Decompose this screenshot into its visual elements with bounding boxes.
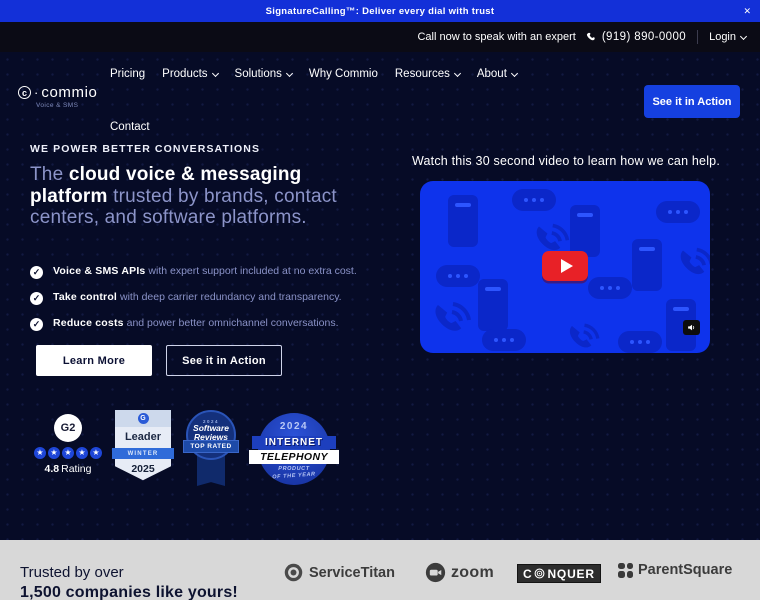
parentsquare-logo: ParentSquare <box>618 562 732 578</box>
phone-call-pattern-icon <box>569 323 600 348</box>
trust-line-1: Trusted by over <box>20 564 124 581</box>
header-see-it-in-action-button[interactable]: See it in Action <box>644 85 740 118</box>
mute-button[interactable] <box>683 320 700 335</box>
zoom-camera-icon <box>425 562 446 583</box>
internet-telephony-badge: 2024 INTERNET TELEPHONY PRODUCT OF THE Y… <box>249 413 339 491</box>
chat-bubble-pattern-shape <box>656 201 700 223</box>
see-it-in-action-button[interactable]: See it in Action <box>166 345 282 376</box>
page: SignatureCalling™: Deliver every dial wi… <box>0 0 760 600</box>
chat-bubble-pattern-shape <box>482 329 526 351</box>
chat-bubble-pattern-shape <box>618 331 662 353</box>
star-icon: ★ <box>34 447 46 459</box>
trusted-companies-bar: Trusted by over 1,500 companies like you… <box>0 540 760 600</box>
check-circle-icon: ✓ <box>30 318 43 331</box>
main-nav: Pricing Products Solutions Why Commio Re… <box>110 68 518 80</box>
g2-rating-badge: G2 ★ ★ ★ ★ ★ 4.8 Rating <box>30 414 106 475</box>
bullet-take-control: ✓ Take control with deep carrier redunda… <box>30 291 390 305</box>
commio-logo[interactable]: c · commio Voice & SMS <box>18 84 97 109</box>
trust-statement: Trusted by over 1,500 companies like you… <box>20 564 238 600</box>
phone-call-pattern-icon <box>435 302 471 331</box>
login-button[interactable]: Login <box>709 31 748 43</box>
phone-call-pattern-icon <box>680 247 710 275</box>
bullet-reduce-costs: ✓ Reduce costs and power better omnichan… <box>30 317 390 331</box>
conquer-logo: C NQUER <box>517 564 601 583</box>
g2-mini-logo-icon: G <box>137 413 149 424</box>
servicetitan-logo: ServiceTitan <box>283 562 395 583</box>
phone-icon <box>586 32 595 40</box>
logo-separator-dot: · <box>34 85 39 100</box>
bullet-voice-sms-apis: ✓ Voice & SMS APIs with expert support i… <box>30 265 390 279</box>
login-label: Login <box>709 31 736 43</box>
chevron-down-icon <box>211 69 219 77</box>
g2-leader-badge: G Leader 2025 WINTER <box>112 410 174 490</box>
star-icon: ★ <box>76 447 88 459</box>
play-button[interactable] <box>542 251 588 281</box>
hero-button-row: Learn More See it in Action <box>36 345 282 376</box>
play-icon <box>560 259 573 273</box>
parentsquare-grid-icon <box>618 562 633 578</box>
hero-eyebrow: WE POWER BETTER CONVERSATIONS <box>30 143 261 155</box>
g2-logo-icon: G2 <box>54 414 82 442</box>
learn-more-button[interactable]: Learn More <box>36 345 152 376</box>
software-reviews-top-rated-badge: 2024 Software Reviews TOP RATED <box>182 410 240 494</box>
nav-item-pricing[interactable]: Pricing <box>110 68 145 80</box>
hero-heading: The cloud voice & messaging platform tru… <box>30 164 337 228</box>
star-icon: ★ <box>90 447 102 459</box>
chat-bubble-pattern-shape <box>436 265 480 287</box>
telephony-medal: 2024 INTERNET TELEPHONY PRODUCT OF THE Y… <box>249 413 339 485</box>
nav-item-solutions[interactable]: Solutions <box>235 68 293 80</box>
phone-pattern-shape <box>478 279 508 331</box>
conquer-target-icon <box>535 568 545 579</box>
check-circle-icon: ✓ <box>30 292 43 305</box>
star-icon: ★ <box>48 447 60 459</box>
trust-line-2: 1,500 companies like yours! <box>20 584 238 600</box>
star-icon: ★ <box>62 447 74 459</box>
phone-pattern-shape <box>448 195 478 247</box>
nav-item-about[interactable]: About <box>477 68 518 80</box>
commio-logo-icon: c <box>18 86 31 99</box>
phone-pattern-shape <box>570 205 600 257</box>
nav-item-products[interactable]: Products <box>162 68 219 80</box>
chevron-down-icon <box>285 69 293 77</box>
chat-bubble-pattern-shape <box>512 189 556 211</box>
chevron-down-icon <box>739 32 748 40</box>
servicetitan-lion-icon <box>284 563 303 582</box>
chevron-down-icon <box>453 69 461 77</box>
top-rated-band: TOP RATED <box>183 440 239 453</box>
feature-bullet-list: ✓ Voice & SMS APIs with expert support i… <box>30 265 390 343</box>
nav-item-contact[interactable]: Contact <box>110 121 150 133</box>
topbar-divider <box>697 30 699 44</box>
logo-wordmark: commio <box>41 84 98 101</box>
utility-topbar: Call now to speak with an expert (919) 8… <box>0 22 760 52</box>
chevron-down-icon <box>510 69 518 77</box>
close-icon[interactable]: ✕ <box>743 0 751 22</box>
nav-item-why-commio[interactable]: Why Commio <box>309 68 378 80</box>
video-player[interactable] <box>420 181 710 353</box>
check-circle-icon: ✓ <box>30 266 43 279</box>
video-caption: Watch this 30 second video to learn how … <box>411 154 721 168</box>
leader-shield: G Leader 2025 <box>115 410 171 481</box>
nav-item-resources[interactable]: Resources <box>395 68 461 80</box>
call-now-text: Call now to speak with an expert <box>417 31 576 43</box>
promo-banner-text: SignatureCalling™: Deliver every dial wi… <box>265 5 495 17</box>
logo-tagline: Voice & SMS <box>36 102 79 109</box>
phone-number: (919) 890-0000 <box>601 31 687 43</box>
leader-title: Leader <box>124 431 162 443</box>
leader-season: WINTER <box>112 448 174 459</box>
leader-year: 2025 <box>131 463 155 475</box>
star-rating: ★ ★ ★ ★ ★ <box>30 447 106 459</box>
speaker-icon <box>688 324 695 331</box>
phone-number-link[interactable]: (919) 890-0000 <box>586 31 686 43</box>
g2-rating-text: 4.8 Rating <box>44 463 92 475</box>
hero-section: c · commio Voice & SMS Pricing Products … <box>0 52 760 540</box>
chat-bubble-pattern-shape <box>588 277 632 299</box>
phone-pattern-shape <box>632 239 662 291</box>
award-badges: G2 ★ ★ ★ ★ ★ 4.8 Rating G Leader 2025 WIN… <box>30 410 342 494</box>
zoom-logo: zoom <box>425 562 494 583</box>
promo-banner: SignatureCalling™: Deliver every dial wi… <box>0 0 760 22</box>
